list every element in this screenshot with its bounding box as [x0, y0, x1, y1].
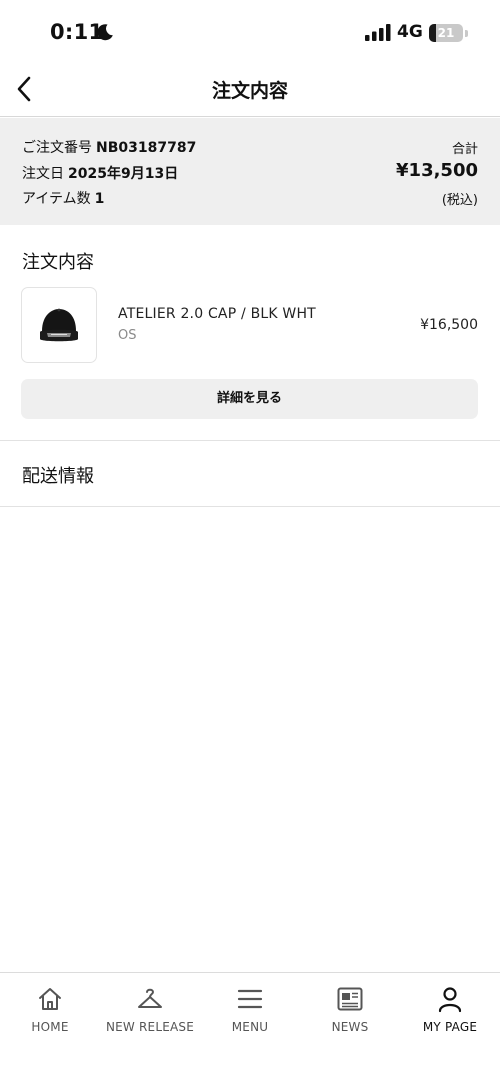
battery-level: 21 [437, 26, 455, 40]
item-count-label: アイテム数 [22, 191, 91, 207]
home-icon [39, 988, 61, 1010]
total-value: ¥13,500 [396, 160, 478, 181]
tab-new-release[interactable]: NEW RELEASE [100, 981, 200, 1041]
item-count: 1 [94, 191, 105, 207]
product-image[interactable] [21, 287, 97, 363]
nav-header: 注文内容 [0, 62, 500, 117]
order-number-row: ご注文番号 NB03187787 [22, 137, 196, 157]
tab-label: NEWS [331, 1020, 369, 1034]
menu-icon [237, 989, 263, 1009]
product-size: OS [118, 328, 137, 343]
order-number: NB03187787 [96, 140, 197, 156]
network-label: 4G [397, 22, 423, 42]
tab-news[interactable]: NEWS [300, 981, 400, 1041]
tab-label: MENU [231, 1020, 269, 1034]
cap-icon [40, 308, 78, 342]
order-date-row: 注文日 2025年9月13日 [22, 163, 178, 183]
battery-indicator: 21 [429, 24, 463, 42]
product-name: ATELIER 2.0 CAP / BLK WHT [118, 306, 316, 322]
tab-label: NEW RELEASE [105, 1020, 195, 1034]
moon-icon [97, 24, 113, 41]
signal-icon [365, 24, 391, 41]
tab-home[interactable]: HOME [0, 981, 100, 1041]
item-count-row: アイテム数 1 [22, 188, 104, 208]
tab-my-page[interactable]: MY PAGE [400, 981, 500, 1041]
order-detail-screen: 0:11 4G 21 注文内容 ご注文番号 NB03187787 注文日 202… [0, 0, 500, 1080]
order-contents-heading: 注文内容 [22, 252, 94, 273]
order-date-label: 注文日 [22, 166, 64, 182]
total-label: 合計 [451, 142, 478, 157]
person-icon [438, 987, 462, 1013]
section-divider [0, 506, 500, 507]
shipping-heading[interactable]: 配送情報 [22, 462, 94, 488]
hanger-icon [138, 988, 162, 1008]
newspaper-icon [337, 987, 363, 1011]
battery-tip [465, 30, 468, 37]
tax-note: (税込) [441, 193, 478, 208]
tab-label: MY PAGE [422, 1020, 478, 1034]
tab-menu[interactable]: MENU [200, 981, 300, 1041]
order-number-label: ご注文番号 [22, 140, 92, 156]
view-details-button[interactable]: 詳細を見る [21, 379, 478, 419]
page-title: 注文内容 [211, 80, 288, 102]
status-bar: 0:11 4G 21 [0, 0, 500, 62]
tab-bar: HOME NEW RELEASE MENU NEWS MY PAGE [0, 972, 500, 1080]
order-summary: ご注文番号 NB03187787 注文日 2025年9月13日 アイテム数 1 合計 … [0, 118, 500, 225]
product-price: ¥16,500 [420, 317, 478, 333]
tab-label: HOME [31, 1020, 69, 1034]
order-date: 2025年9月13日 [68, 166, 179, 182]
section-divider [0, 440, 500, 441]
